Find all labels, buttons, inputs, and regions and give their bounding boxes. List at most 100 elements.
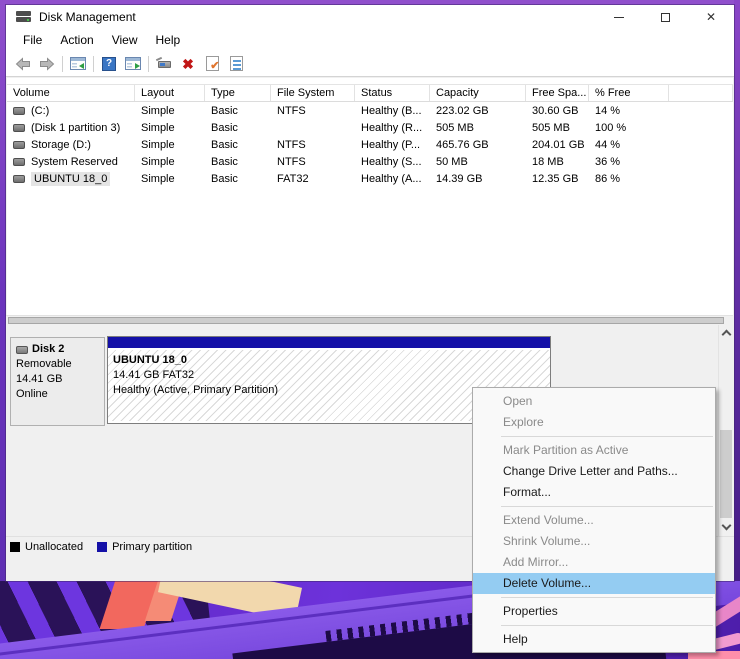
chevron-down-icon bbox=[721, 520, 732, 531]
cell-capacity: 14.39 GB bbox=[436, 172, 483, 185]
forward-button[interactable] bbox=[35, 53, 59, 75]
horizontal-scrollbar[interactable] bbox=[6, 315, 733, 325]
toolbar-separator bbox=[62, 55, 63, 72]
chevron-up-icon bbox=[721, 329, 732, 340]
window-title: Disk Management bbox=[39, 10, 136, 24]
cell-pctfree: 100 % bbox=[595, 121, 627, 134]
volume-name: UBUNTU 18_0 bbox=[31, 171, 111, 186]
column-header-type[interactable]: Type bbox=[205, 85, 271, 101]
column-header-filesystem[interactable]: File System bbox=[271, 85, 355, 101]
properties-button[interactable] bbox=[224, 53, 248, 75]
delete-volume-button[interactable]: ✖ bbox=[176, 53, 200, 75]
cell-status: Healthy (A... bbox=[361, 172, 422, 185]
disk-status: Online bbox=[16, 388, 48, 400]
cell-type: Basic bbox=[211, 104, 238, 117]
help-button[interactable]: ? bbox=[97, 53, 121, 75]
volume-name: (C:) bbox=[31, 104, 50, 117]
table-row[interactable]: (C:) Simple Basic NTFS Healthy (B... 223… bbox=[7, 102, 733, 119]
properties-icon bbox=[229, 56, 243, 71]
menu-item-open[interactable]: Open bbox=[473, 391, 715, 412]
partition-color-bar bbox=[108, 337, 550, 350]
back-icon bbox=[15, 56, 30, 71]
cell-layout: Simple bbox=[141, 155, 175, 168]
unallocated-swatch bbox=[10, 541, 20, 552]
volume-list-pane: Volume Layout Type File System Status Ca… bbox=[7, 78, 733, 315]
table-header: Volume Layout Type File System Status Ca… bbox=[7, 84, 733, 102]
table-row[interactable]: Storage (D:) Simple Basic NTFS Healthy (… bbox=[7, 136, 733, 153]
column-header-capacity[interactable]: Capacity bbox=[430, 85, 526, 101]
disk-type: Removable bbox=[16, 358, 72, 370]
column-header-freespace[interactable]: Free Spa... bbox=[526, 85, 589, 101]
menu-item-help[interactable]: Help bbox=[473, 629, 715, 650]
desktop: Disk Management ✕ File Action View Help bbox=[0, 0, 740, 659]
maximize-button[interactable] bbox=[642, 5, 688, 29]
volume-name: (Disk 1 partition 3) bbox=[31, 121, 121, 134]
cell-pctfree: 14 % bbox=[595, 104, 621, 117]
menu-item-delete-volume[interactable]: Delete Volume... bbox=[473, 573, 715, 594]
action-pane-icon bbox=[125, 57, 141, 70]
volume-icon bbox=[13, 106, 25, 115]
partition-name: UBUNTU 18_0 bbox=[113, 354, 187, 366]
menu-action[interactable]: Action bbox=[51, 30, 102, 50]
console-tree-icon bbox=[70, 57, 86, 70]
cell-type: Basic bbox=[211, 155, 238, 168]
minimize-button[interactable] bbox=[596, 5, 642, 29]
vertical-scrollbar-thumb[interactable] bbox=[720, 430, 732, 518]
volume-icon bbox=[13, 140, 25, 149]
scroll-down-button[interactable] bbox=[719, 519, 734, 534]
toolbar: ? ✖ ✔ bbox=[6, 51, 734, 77]
menu-separator bbox=[501, 506, 713, 507]
close-icon: ✕ bbox=[705, 10, 717, 24]
cell-type: Basic bbox=[211, 138, 238, 151]
cell-freespace: 505 MB bbox=[532, 121, 570, 134]
menu-item-change-drive-letter[interactable]: Change Drive Letter and Paths... bbox=[473, 461, 715, 482]
column-header-status[interactable]: Status bbox=[355, 85, 430, 101]
cell-layout: Simple bbox=[141, 121, 175, 134]
menu-item-mark-partition-active[interactable]: Mark Partition as Active bbox=[473, 440, 715, 461]
cell-filesystem: NTFS bbox=[277, 138, 306, 151]
wallpaper-right-strip bbox=[734, 0, 740, 581]
table-row[interactable]: (Disk 1 partition 3) Simple Basic Health… bbox=[7, 119, 733, 136]
partition-size: 14.41 GB FAT32 bbox=[113, 369, 195, 381]
menu-item-format[interactable]: Format... bbox=[473, 482, 715, 503]
table-row-selected[interactable]: UBUNTU 18_0 Simple Basic FAT32 Healthy (… bbox=[7, 170, 733, 187]
mark-active-button[interactable]: ✔ bbox=[200, 53, 224, 75]
menu-item-properties[interactable]: Properties bbox=[473, 601, 715, 622]
volume-icon bbox=[13, 157, 25, 166]
cell-filesystem bbox=[271, 119, 355, 136]
menu-file[interactable]: File bbox=[14, 30, 51, 50]
show-action-pane-button[interactable] bbox=[121, 53, 145, 75]
cell-capacity: 465.76 GB bbox=[436, 138, 489, 151]
menu-help[interactable]: Help bbox=[147, 30, 190, 50]
back-button[interactable] bbox=[11, 53, 35, 75]
menu-view[interactable]: View bbox=[103, 30, 147, 50]
cell-freespace: 18 MB bbox=[532, 155, 564, 168]
cell-status: Healthy (B... bbox=[361, 104, 422, 117]
menu-item-shrink-volume[interactable]: Shrink Volume... bbox=[473, 531, 715, 552]
column-header-pctfree[interactable]: % Free bbox=[589, 85, 669, 101]
rescan-disks-icon bbox=[155, 56, 172, 70]
column-header-layout[interactable]: Layout bbox=[135, 85, 205, 101]
vertical-scrollbar[interactable] bbox=[718, 325, 733, 536]
close-button[interactable]: ✕ bbox=[688, 5, 734, 29]
column-header-filler bbox=[669, 85, 733, 101]
menu-item-add-mirror[interactable]: Add Mirror... bbox=[473, 552, 715, 573]
cell-pctfree: 36 % bbox=[595, 155, 621, 168]
column-header-volume[interactable]: Volume bbox=[7, 85, 135, 101]
scroll-up-button[interactable] bbox=[719, 325, 734, 340]
primary-partition-swatch bbox=[97, 541, 108, 552]
legend-label: Unallocated bbox=[25, 540, 84, 553]
forward-icon bbox=[40, 56, 55, 71]
cell-status: Healthy (R... bbox=[361, 121, 423, 134]
context-menu: Open Explore Mark Partition as Active Ch… bbox=[472, 387, 716, 653]
show-console-tree-button[interactable] bbox=[66, 53, 90, 75]
rescan-disks-button[interactable] bbox=[152, 53, 176, 75]
volume-icon bbox=[13, 174, 25, 183]
table-row[interactable]: System Reserved Simple Basic NTFS Health… bbox=[7, 153, 733, 170]
disk-info-box[interactable]: Disk 2 Removable 14.41 GB Online bbox=[10, 337, 105, 426]
cell-filesystem: NTFS bbox=[277, 104, 306, 117]
menu-item-explore[interactable]: Explore bbox=[473, 412, 715, 433]
menu-item-extend-volume[interactable]: Extend Volume... bbox=[473, 510, 715, 531]
cell-capacity: 223.02 GB bbox=[436, 104, 489, 117]
horizontal-scrollbar-thumb[interactable] bbox=[8, 317, 724, 324]
